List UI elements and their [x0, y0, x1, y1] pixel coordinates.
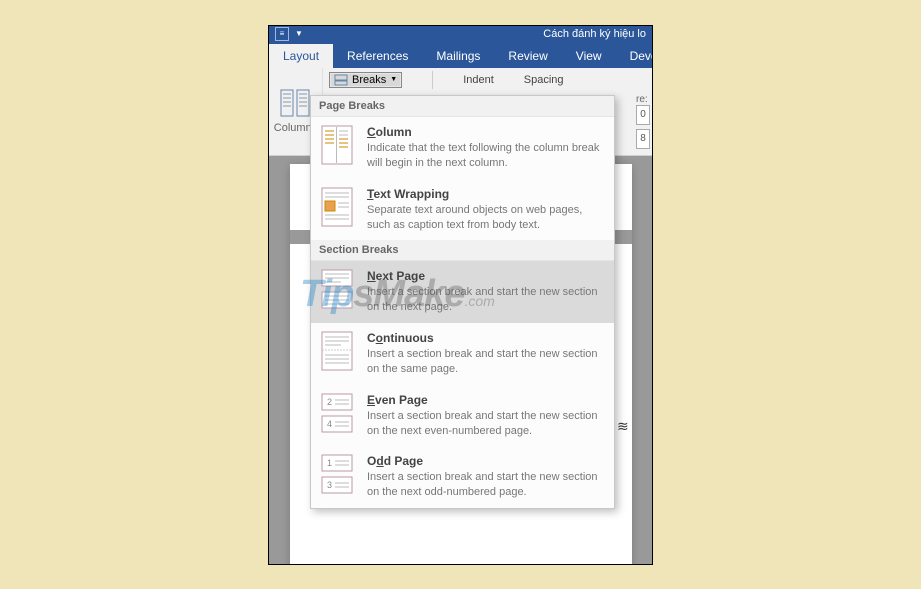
odd-page-icon: 1 3	[321, 454, 353, 494]
menu-item-desc: Insert a section break and start the new…	[367, 347, 604, 377]
qat-icon[interactable]: ≡	[275, 27, 289, 41]
spacing-before-field[interactable]: 0	[636, 105, 650, 125]
spacing-label: Spacing	[524, 74, 564, 86]
ribbon-tabs: Layout References Mailings Review View D…	[269, 42, 652, 68]
menu-item-text: Even Page Insert a section break and sta…	[367, 393, 604, 439]
spacing-after-field[interactable]: 8	[636, 129, 650, 149]
svg-text:3: 3	[327, 480, 332, 490]
breaks-button[interactable]: Breaks ▼	[329, 72, 402, 88]
tab-developer[interactable]: Deve	[616, 44, 653, 68]
svg-text:2: 2	[327, 397, 332, 407]
menu-item-title: Odd Page	[367, 454, 604, 468]
menu-item-text: Text Wrapping Separate text around objec…	[367, 187, 604, 233]
continuous-icon	[321, 331, 353, 371]
chevron-down-icon: ▼	[390, 76, 397, 83]
menu-item-text: Column Indicate that the text following …	[367, 125, 604, 171]
document-title: Cách đánh ký hiệu lo	[543, 28, 646, 40]
menu-item-title: Text Wrapping	[367, 187, 604, 201]
tab-view[interactable]: View	[562, 44, 616, 68]
menu-item-desc: Insert a section break and start the new…	[367, 285, 604, 315]
menu-item-desc: Separate text around objects on web page…	[367, 203, 604, 233]
next-page-icon	[321, 269, 353, 309]
breaks-label: Breaks	[352, 74, 386, 86]
menu-item-text: Next Page Insert a section break and sta…	[367, 269, 604, 315]
menu-item-even-page[interactable]: 2 4 Even Page Insert a section break and…	[311, 385, 614, 447]
columns-icon	[279, 88, 313, 118]
tab-layout[interactable]: Layout	[269, 44, 333, 68]
section-breaks-header: Section Breaks	[311, 240, 614, 261]
menu-item-next-page[interactable]: Next Page Insert a section break and sta…	[311, 261, 614, 323]
tab-references[interactable]: References	[333, 44, 422, 68]
page-breaks-header: Page Breaks	[311, 96, 614, 117]
ribbon-controls: Breaks ▼ Indent Spacing	[323, 68, 652, 92]
menu-item-desc: Insert a section break and start the new…	[367, 470, 604, 500]
menu-item-column[interactable]: Column Indicate that the text following …	[311, 117, 614, 179]
menu-item-text: Continuous Insert a section break and st…	[367, 331, 604, 377]
breaks-dropdown: Page Breaks Column Indicate that the tex…	[310, 95, 615, 509]
spacing-fields: re: 0 8	[636, 94, 652, 153]
tab-review[interactable]: Review	[494, 44, 561, 68]
separator	[432, 71, 433, 89]
menu-item-continuous[interactable]: Continuous Insert a section break and st…	[311, 323, 614, 385]
menu-item-odd-page[interactable]: 1 3 Odd Page Insert a section break and …	[311, 446, 614, 508]
menu-item-title: Column	[367, 125, 604, 139]
tab-mailings[interactable]: Mailings	[422, 44, 494, 68]
menu-item-desc: Indicate that the text following the col…	[367, 141, 604, 171]
even-page-icon: 2 4	[321, 393, 353, 433]
text-wrapping-icon	[321, 187, 353, 227]
title-bar: ≡ ▼ Cách đánh ký hiệu lo	[269, 26, 652, 42]
section-break-mark: ≋	[617, 418, 629, 435]
menu-item-title: Continuous	[367, 331, 604, 345]
indent-label: Indent	[463, 74, 494, 86]
qat-caret-icon[interactable]: ▼	[295, 29, 303, 38]
menu-item-title: Next Page	[367, 269, 604, 283]
right-cut-label: re:	[636, 94, 652, 105]
column-break-icon	[321, 125, 353, 165]
menu-item-title: Even Page	[367, 393, 604, 407]
menu-item-text: Odd Page Insert a section break and star…	[367, 454, 604, 500]
svg-text:1: 1	[327, 458, 332, 468]
menu-item-desc: Insert a section break and start the new…	[367, 409, 604, 439]
quick-access-toolbar: ≡ ▼	[275, 27, 303, 41]
menu-item-text-wrapping[interactable]: Text Wrapping Separate text around objec…	[311, 179, 614, 241]
svg-text:4: 4	[327, 419, 332, 429]
breaks-icon	[334, 74, 348, 86]
